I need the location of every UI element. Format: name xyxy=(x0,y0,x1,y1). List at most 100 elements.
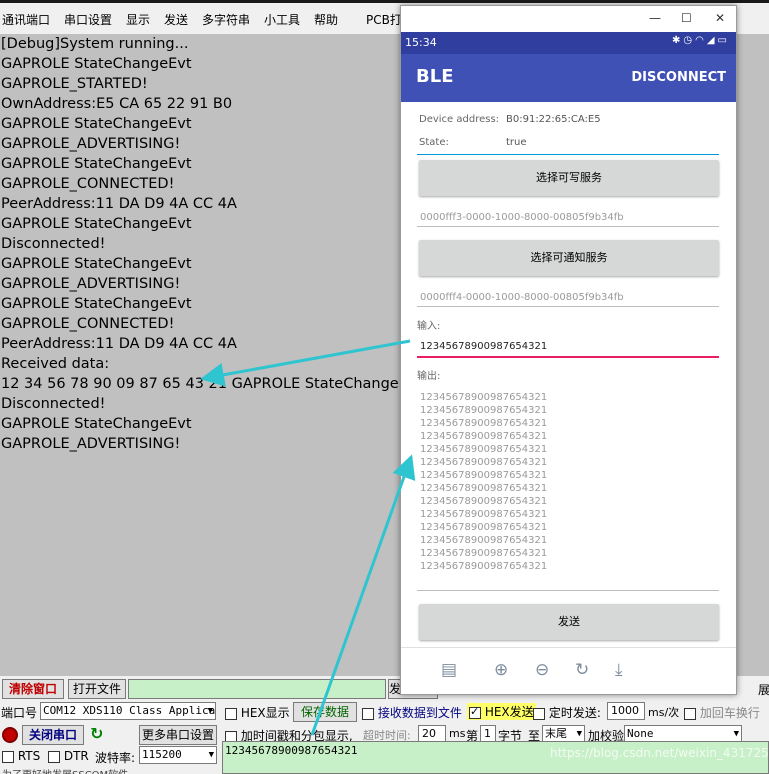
hex-display-option[interactable]: HEX显示 xyxy=(225,704,290,721)
menu-port-settings[interactable]: 串口设置 xyxy=(64,11,112,28)
hex-display-label: HEX显示 xyxy=(240,706,290,720)
close-port-button[interactable]: 关闭串口 xyxy=(22,725,84,745)
app-bar: BLE DISCONNECT xyxy=(401,54,736,102)
console-line: OwnAddress:E5 CA 65 22 91 B0 xyxy=(1,96,233,112)
timed-send-checkbox[interactable] xyxy=(533,707,545,720)
port-select-value: COM12 XDS110 Class Applica xyxy=(43,704,216,717)
console-line: GAPROLE StateChangeEvt xyxy=(1,296,192,312)
menu-tools[interactable]: 小工具 xyxy=(264,11,300,28)
close-icon[interactable]: ✕ xyxy=(715,11,725,25)
output-line: 12345678900987654321 xyxy=(420,496,548,507)
input-field[interactable]: 12345678900987654321 xyxy=(420,341,547,352)
input-label: 输入: xyxy=(417,321,441,332)
output-line: 12345678900987654321 xyxy=(420,418,548,429)
writable-uuid-underline xyxy=(417,226,719,227)
rotate-icon[interactable]: ↻ xyxy=(575,660,589,680)
console-line: Received data: xyxy=(1,356,110,372)
android-emulator-window: — ☐ ✕ 15:34 ✱◷◠◢▭ BLE DISCONNECT Device … xyxy=(400,5,737,695)
port-status-icon xyxy=(2,727,18,743)
app-content: Device address: B0:91:22:65:CA:E5 State:… xyxy=(401,102,736,647)
hex-send-label: HEX发送 xyxy=(484,705,534,719)
minimize-icon[interactable]: — xyxy=(649,11,661,25)
output-line: 12345678900987654321 xyxy=(420,405,548,416)
screenshot-icon[interactable]: ▤ xyxy=(441,660,457,680)
add-crlf-checkbox[interactable] xyxy=(684,707,696,720)
device-address-value: B0:91:22:65:CA:E5 xyxy=(506,114,601,125)
console-line: GAPROLE_ADVERTISING! xyxy=(1,136,181,152)
checksum-value: None xyxy=(627,727,654,740)
output-line: 12345678900987654321 xyxy=(420,470,548,481)
dtr-option[interactable]: DTR xyxy=(48,749,89,763)
clear-window-button[interactable]: 清除窗口 xyxy=(2,679,64,699)
console-line: [Debug]System running... xyxy=(1,36,189,52)
window-top-strip xyxy=(0,0,769,3)
watermark-text: https://blog.csdn.net/weixin_43172567 xyxy=(550,746,769,760)
bluetooth-icon: ✱ xyxy=(671,35,684,46)
timed-send-option[interactable]: 定时发送: xyxy=(533,704,601,721)
menu-help[interactable]: 帮助 xyxy=(314,11,338,28)
interval-input[interactable]: 1000 xyxy=(607,702,645,720)
refresh-icon[interactable]: ↻ xyxy=(90,724,103,743)
battery-icon: ▭ xyxy=(717,35,730,46)
timed-send-label: 定时发送: xyxy=(548,706,601,720)
status-time: 15:34 xyxy=(405,36,437,49)
output-line: 12345678900987654321 xyxy=(420,561,548,572)
open-file-button[interactable]: 打开文件 xyxy=(68,679,126,699)
console-line: Disconnected! xyxy=(1,396,106,412)
file-path-field[interactable] xyxy=(128,679,386,699)
baud-select[interactable]: 115200 ▼ xyxy=(139,746,217,764)
baud-label: 波特率: xyxy=(95,751,136,765)
save-data-button[interactable]: 保存数据 xyxy=(293,702,357,722)
disconnect-button[interactable]: DISCONNECT xyxy=(631,70,726,85)
menu-comm-port[interactable]: 通讯端口 xyxy=(2,11,50,28)
output-line: 12345678900987654321 xyxy=(420,431,548,442)
select-writable-service-button[interactable]: 选择可写服务 xyxy=(419,160,719,196)
console-line: 12 34 56 78 90 09 87 65 43 21 GAPROLE St… xyxy=(1,376,423,392)
state-underline xyxy=(417,154,719,155)
app-title: BLE xyxy=(416,66,454,87)
select-notify-service-button[interactable]: 选择可通知服务 xyxy=(419,240,719,276)
recv-to-file-option[interactable]: 接收数据到文件 xyxy=(362,704,462,721)
console-line: GAPROLE StateChangeEvt xyxy=(1,256,192,272)
state-label: State: xyxy=(419,137,449,148)
zoom-in-icon[interactable]: ⊕ xyxy=(494,660,508,680)
send-button[interactable]: 发送 xyxy=(419,604,719,640)
emulator-titlebar: — ☐ ✕ xyxy=(401,6,736,32)
menu-display[interactable]: 显示 xyxy=(126,11,150,28)
output-line: 12345678900987654321 xyxy=(420,483,548,494)
menu-send[interactable]: 发送 xyxy=(164,11,188,28)
hex-display-checkbox[interactable] xyxy=(225,707,237,720)
dtr-checkbox[interactable] xyxy=(48,750,60,763)
rts-checkbox[interactable] xyxy=(2,750,14,763)
maximize-icon[interactable]: ☐ xyxy=(681,11,692,25)
rts-option[interactable]: RTS xyxy=(2,749,40,763)
expand-label[interactable]: 展 xyxy=(758,681,769,698)
chevron-down-icon: ▼ xyxy=(576,729,582,739)
alarm-icon: ◷ xyxy=(683,35,696,46)
dtr-label: DTR xyxy=(63,749,89,763)
more-settings-button[interactable]: 更多串口设置 xyxy=(139,725,217,745)
zoom-out-icon[interactable]: ⊖ xyxy=(535,660,549,680)
hex-send-checkbox[interactable] xyxy=(469,705,481,719)
download-icon[interactable]: ⤓ xyxy=(615,660,623,680)
screen: 通讯端口 串口设置 显示 发送 多字符串 小工具 帮助 PCB打 [Debug]… xyxy=(0,0,769,774)
console-line: Disconnected! xyxy=(1,236,106,252)
console-line: GAPROLE_ADVERTISING! xyxy=(1,436,181,452)
recv-to-file-checkbox[interactable] xyxy=(362,707,374,720)
port-select[interactable]: COM12 XDS110 Class Applica ▼ xyxy=(40,702,216,720)
menu-pcb[interactable]: PCB打 xyxy=(366,11,402,28)
android-status-bar: 15:34 ✱◷◠◢▭ xyxy=(401,32,736,54)
state-value: true xyxy=(506,137,527,148)
console-line: GAPROLE_ADVERTISING! xyxy=(1,276,181,292)
notify-uuid-underline xyxy=(417,306,719,307)
baud-value: 115200 xyxy=(142,748,182,761)
console-line: GAPROLE_STARTED! xyxy=(1,76,148,92)
console-line: GAPROLE_CONNECTED! xyxy=(1,316,175,332)
add-crlf-option[interactable]: 加回车换行 xyxy=(684,704,760,721)
hex-send-option[interactable]: HEX发送 xyxy=(467,703,536,720)
console-line: GAPROLE StateChangeEvt xyxy=(1,156,192,172)
rts-label: RTS xyxy=(17,749,41,763)
emulator-toolbar: ▤ ⊕ ⊖ ↻ ⤓ xyxy=(401,647,736,694)
footer-text: 为了更好地发展SSCOM软件 xyxy=(2,766,128,774)
menu-multi-string[interactable]: 多字符串 xyxy=(202,11,250,28)
